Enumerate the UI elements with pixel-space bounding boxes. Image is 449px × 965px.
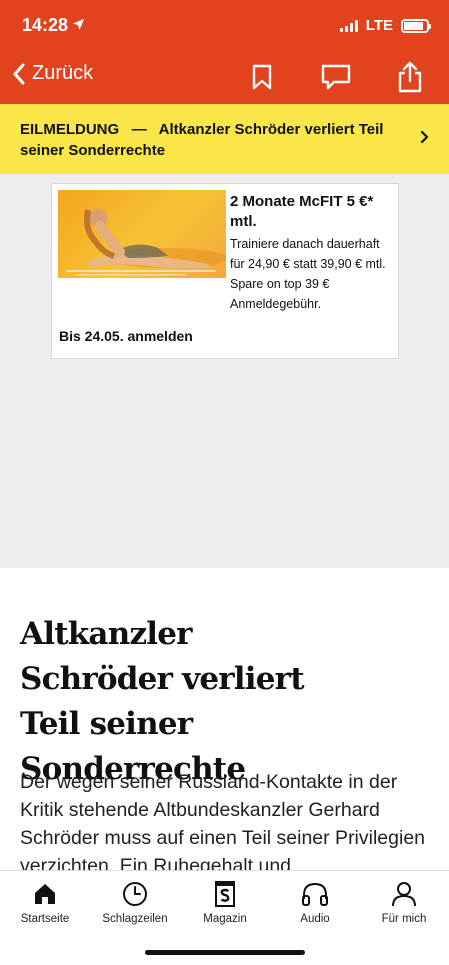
article-headline: Altkanzler Schröder verliert Teil seiner…: [20, 616, 305, 787]
person-icon: [391, 879, 417, 909]
signal-icon: [339, 19, 358, 32]
tab-label: Für mich: [381, 913, 427, 925]
battery-icon: [401, 18, 431, 33]
article-lead: Der wegen seiner Russland-Kontakte in de…: [20, 771, 426, 870]
ad-title: 2 Monate McFIT 5 €* mtl.: [230, 193, 374, 230]
magazine-icon: [214, 879, 236, 909]
ad-cta[interactable]: Bis 24.05. anmelden: [59, 328, 193, 344]
tab-fuer-mich[interactable]: Für mich: [359, 879, 449, 925]
advertisement-area: 2 Monate McFIT 5 €* mtl. Trainiere danac…: [0, 174, 449, 568]
article: Altkanzler Schröder verliert Teil seiner…: [0, 568, 449, 870]
comments-button[interactable]: [320, 60, 352, 94]
bookmark-icon: [252, 64, 272, 90]
navigation-bar: Zurück: [0, 56, 449, 100]
tab-label: Audio: [300, 913, 330, 925]
bookmark-button[interactable]: [246, 60, 278, 94]
breaking-news-banner[interactable]: EILMELDUNG — Altkanzler Schröder verlier…: [0, 104, 449, 174]
share-icon: [398, 61, 422, 93]
share-button[interactable]: [394, 60, 426, 94]
status-time: 14:28: [22, 15, 85, 36]
back-button[interactable]: Zurück: [12, 62, 93, 85]
tab-startseite[interactable]: Startseite: [0, 879, 90, 925]
comment-icon: [321, 64, 351, 90]
ad-card[interactable]: 2 Monate McFIT 5 €* mtl. Trainiere danac…: [51, 183, 399, 359]
back-label: Zurück: [32, 62, 94, 84]
breaking-separator: —: [131, 121, 147, 138]
status-indicators: LTE: [339, 17, 431, 34]
location-arrow-icon: [72, 15, 85, 36]
top-bar: 14:28 LTE Zurück: [0, 0, 449, 104]
breaking-tag: EILMELDUNG: [20, 121, 120, 138]
chevron-left-icon: [13, 63, 25, 84]
home-icon: [33, 879, 57, 909]
clock-text: 14:28: [22, 15, 69, 35]
chevron-right-icon: [420, 129, 429, 150]
tab-audio[interactable]: Audio: [270, 879, 360, 925]
network-label: LTE: [365, 17, 393, 34]
headphones-icon: [301, 879, 329, 909]
tab-label: Schlagzeilen: [102, 913, 168, 925]
home-indicator[interactable]: [145, 950, 305, 955]
ad-image: [58, 190, 226, 278]
ad-body: Trainiere danach dauerhaft für 24,90 € s…: [230, 237, 386, 311]
tab-label: Magazin: [203, 913, 247, 925]
tab-schlagzeilen[interactable]: Schlagzeilen: [90, 879, 180, 925]
tab-magazin[interactable]: Magazin: [180, 879, 270, 925]
tab-label: Startseite: [20, 913, 70, 925]
clock-icon: [122, 879, 148, 909]
